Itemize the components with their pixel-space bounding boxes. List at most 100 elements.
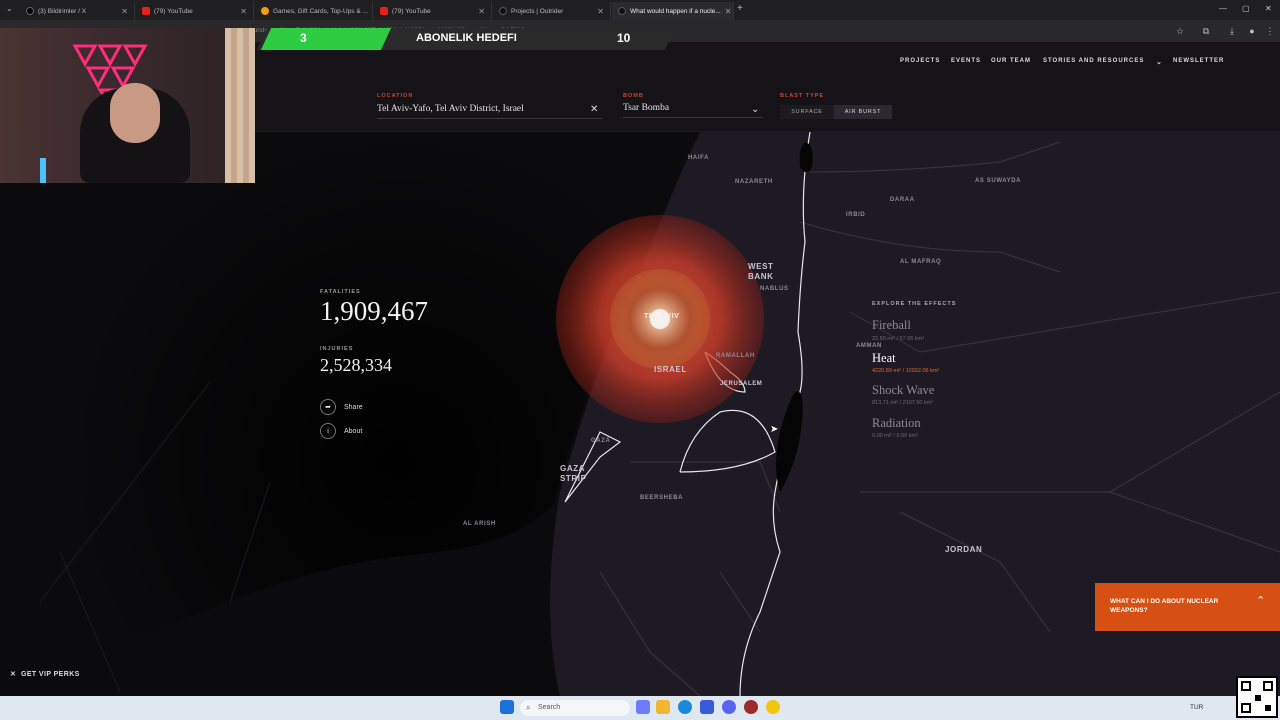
close-tab-icon[interactable]: ✕ (240, 7, 247, 16)
outrider-icon (618, 7, 626, 15)
windows-start-icon[interactable] (500, 700, 514, 714)
nuclear-weapons-cta[interactable]: WHAT CAN I DO ABOUT NUCLEAR WEAPONS? ⌃ (1095, 583, 1280, 631)
qr-code (1236, 676, 1278, 718)
effect-shock-wave-detail: 813.71 mi² / 2107.50 km² (872, 400, 934, 406)
close-tab-icon[interactable]: ✕ (372, 7, 373, 16)
star-icon[interactable]: ☆ (1174, 25, 1186, 37)
share-icon: ➦ (320, 399, 336, 415)
fatalities-value: 1,909,467 (320, 296, 428, 326)
nav-projects[interactable]: PROJECTS (900, 58, 940, 64)
injuries-value: 2,528,334 (320, 355, 392, 375)
blast-type-surface[interactable]: SURFACE (780, 105, 834, 119)
x-icon (26, 7, 34, 15)
goal-title: ABONELIK HEDEFI (416, 32, 517, 44)
map[interactable] (0, 132, 1280, 696)
effects-heading: EXPLORE THE EFFECTS (872, 301, 957, 307)
effect-heat-detail: 4220.89 mi² / 10932.06 km² (872, 368, 940, 374)
profile-icon[interactable]: ● (1246, 25, 1258, 37)
map-label-al-mafraq: AL MAFRAQ (900, 259, 942, 265)
chevron-down-icon[interactable]: ⌄ (751, 104, 759, 115)
goal-progress-fill (260, 28, 392, 50)
vip-perks-button[interactable]: ✕ GET VIP PERKS (10, 670, 80, 678)
vip-label: GET VIP PERKS (20, 671, 80, 678)
map-label-nazareth: NAZARETH (735, 179, 773, 185)
chevron-up-icon[interactable]: ⌃ (1256, 594, 1265, 607)
browser-tab[interactable]: (79) YouTube ✕ (374, 2, 492, 20)
menu-icon[interactable]: ⋮ (1264, 25, 1276, 37)
browser-tab[interactable]: Projects | Outrider ✕ (493, 2, 611, 20)
cta-label: WHAT CAN I DO ABOUT NUCLEAR WEAPONS? (1110, 598, 1219, 614)
download-icon[interactable]: ⤓ (1226, 25, 1238, 37)
effect-fireball[interactable]: Fireball (872, 318, 911, 333)
goal-current: 3 (300, 31, 307, 45)
nav-events[interactable]: EVENTS (951, 58, 981, 64)
streamer-face (110, 83, 160, 143)
maximize-icon[interactable]: ▢ (1242, 4, 1250, 13)
map-label-as-suwayda: AS SUWAYDA (975, 178, 1022, 184)
clear-location-icon[interactable]: ✕ (590, 104, 598, 115)
nav-our-team[interactable]: OUR TEAM (991, 58, 1031, 64)
rgb-light (40, 158, 46, 183)
copilot-icon[interactable] (636, 700, 650, 714)
close-icon[interactable]: ✕ (10, 671, 16, 678)
map-label-jordan: JORDAN (945, 545, 983, 554)
browser-tab[interactable]: (79) YouTube ✕ (136, 2, 254, 20)
about-button[interactable]: i About (320, 423, 362, 439)
map-label-al-arish: AL ARISH (463, 521, 496, 527)
language-indicator[interactable]: TUR (1190, 704, 1203, 711)
browser-tab-active[interactable]: What would happen if a nucle... ✕ (612, 2, 734, 20)
effect-radiation[interactable]: Radiation (872, 416, 921, 431)
search-placeholder: Search (538, 704, 561, 711)
map-label-daraa: DARAA (890, 197, 915, 203)
extensions-icon[interactable]: ⧉ (1200, 25, 1212, 37)
tab-title: (79) YouTube (392, 7, 431, 15)
taskbar-search[interactable]: ⌕ Search (520, 700, 630, 716)
file-explorer-icon[interactable] (656, 700, 670, 714)
nav-stories-and-resources[interactable]: STORIES AND RESOURCES (1043, 58, 1144, 64)
tab-title: Games, Gift Cards, Top-Ups & ... (273, 7, 368, 15)
chrome-icon[interactable] (766, 700, 780, 714)
map-label-jerusalem: JERUSALEM (720, 381, 763, 387)
fatalities-label: FATALITIES (320, 289, 361, 295)
search-icon: ⌕ (526, 703, 531, 712)
share-button[interactable]: ➦ Share (320, 399, 363, 415)
youtube-icon (142, 7, 150, 15)
map-label-beersheba: BEERSHEBA (640, 495, 684, 501)
close-tab-icon[interactable]: ✕ (597, 7, 604, 16)
browser-tab[interactable]: Games, Gift Cards, Top-Ups & ... ✕ (255, 2, 373, 20)
app-icon[interactable] (744, 700, 758, 714)
close-tab-icon[interactable]: ✕ (121, 7, 128, 16)
location-label: LOCATION (377, 93, 414, 99)
outrider-icon (499, 7, 507, 15)
subscription-goal-bar: 3 ABONELIK HEDEFI 10 (256, 28, 676, 50)
close-tab-icon[interactable]: ✕ (725, 7, 732, 16)
effect-radiation-detail: 0.00 mi² / 0.00 km² (872, 433, 918, 439)
map-label-irbid: IRBID (846, 212, 866, 218)
about-label: About (344, 427, 363, 435)
tab-title: (3) Bildirimler / X (38, 7, 87, 15)
discord-icon[interactable] (722, 700, 736, 714)
store-app-icon[interactable] (700, 700, 714, 714)
map-label-israel: ISRAEL (654, 365, 687, 374)
effect-heat[interactable]: Heat (872, 351, 896, 366)
webcam-overlay (0, 28, 255, 183)
map-label-gaza: GAZA (591, 438, 611, 444)
effect-shock-wave[interactable]: Shock Wave (872, 383, 934, 398)
chevron-down-icon[interactable]: ⌄ (1156, 58, 1163, 66)
goal-target: 10 (617, 31, 631, 45)
new-tab-icon[interactable]: + (737, 3, 743, 14)
location-input[interactable]: Tel Aviv-Yafo, Tel Aviv District, Israel (377, 104, 602, 119)
map-label-amman: AMMAN (856, 343, 882, 349)
tab-list-chevron-icon[interactable]: ⌄ (6, 4, 13, 13)
close-window-icon[interactable]: ✕ (1265, 4, 1272, 13)
blast-type-air-burst[interactable]: AIR BURST (834, 105, 892, 119)
map-label-haifa: HAIFA (688, 155, 709, 161)
bomb-select[interactable]: Tsar Bomba (623, 103, 763, 118)
info-icon: i (320, 423, 336, 439)
nav-newsletter[interactable]: NEWSLETTER (1173, 58, 1224, 64)
edge-icon[interactable] (678, 700, 692, 714)
browser-tab[interactable]: (3) Bildirimler / X ✕ (20, 2, 135, 20)
close-tab-icon[interactable]: ✕ (478, 7, 485, 16)
browser-tab-bar: ⌄ (3) Bildirimler / X ✕ (79) YouTube ✕ G… (0, 0, 1280, 20)
minimize-icon[interactable]: — (1219, 4, 1227, 13)
